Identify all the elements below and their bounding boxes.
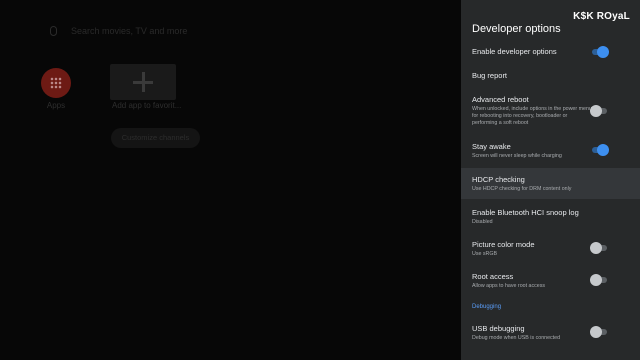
setting-title: Bug report	[472, 71, 508, 80]
toggle-switch[interactable]	[590, 326, 609, 338]
setting-hdcp-checking[interactable]: HDCP checking Use HDCP checking for DRM …	[461, 168, 640, 199]
setting-bug-report[interactable]: Bug report	[461, 65, 640, 85]
customize-channels-button[interactable]: Customize channels	[111, 128, 200, 148]
panel-title: Developer options	[472, 23, 561, 35]
apps-grid-icon	[50, 77, 62, 89]
setting-title: Root access	[472, 272, 514, 281]
setting-subtitle: Use HDCP checking for DRM content only	[472, 186, 572, 192]
setting-title: Advanced reboot	[472, 95, 529, 104]
home-screen-background: Search movies, TV and more Apps Add app …	[0, 0, 461, 360]
toggle-switch[interactable]	[590, 144, 609, 156]
setting-subtitle: Screen will never sleep while charging	[472, 153, 562, 159]
apps-label: Apps	[46, 101, 66, 110]
setting-picture-color-mode[interactable]: Picture color mode Use sRGB	[461, 238, 640, 262]
section-header-debugging: Debugging	[472, 304, 502, 310]
setting-title: Enable Bluetooth HCI snoop log	[472, 208, 579, 217]
microphone-icon[interactable]	[50, 26, 57, 36]
setting-title: Picture color mode	[472, 240, 535, 249]
toggle-switch[interactable]	[590, 105, 609, 117]
toggle-switch[interactable]	[590, 274, 609, 286]
setting-advanced-reboot[interactable]: Advanced reboot When unlocked, include o…	[461, 92, 640, 132]
apps-button[interactable]	[41, 68, 71, 98]
setting-subtitle: Allow apps to have root access	[472, 283, 546, 289]
developer-options-panel: K$K ROyaL Developer options Enable devel…	[461, 0, 640, 360]
search-bar[interactable]: Search movies, TV and more	[50, 26, 187, 36]
toggle-switch[interactable]	[590, 46, 609, 58]
setting-subtitle: Disabled	[472, 219, 493, 225]
setting-subtitle: When unlocked, include options in the po…	[472, 106, 592, 127]
setting-root-access[interactable]: Root access Allow apps to have root acce…	[461, 270, 640, 294]
setting-title: Stay awake	[472, 142, 511, 151]
setting-title: HDCP checking	[472, 175, 525, 184]
setting-stay-awake[interactable]: Stay awake Screen will never sleep while…	[461, 140, 640, 164]
setting-usb-debugging[interactable]: USB debugging Debug mode when USB is con…	[461, 322, 640, 346]
search-placeholder: Search movies, TV and more	[71, 26, 188, 36]
setting-bluetooth-hci-snoop-log[interactable]: Enable Bluetooth HCI snoop log Disabled	[461, 206, 640, 230]
setting-title: USB debugging	[472, 324, 525, 333]
setting-title: Enable developer options	[472, 47, 557, 56]
setting-enable-developer-options[interactable]: Enable developer options	[461, 41, 640, 61]
setting-subtitle: Use sRGB	[472, 251, 498, 257]
add-app-label: Add app to favorit...	[112, 101, 182, 110]
toggle-switch[interactable]	[590, 242, 609, 254]
watermark: K$K ROyaL	[573, 11, 630, 22]
setting-subtitle: Debug mode when USB is connected	[472, 335, 561, 341]
add-app-tile[interactable]	[110, 64, 176, 100]
